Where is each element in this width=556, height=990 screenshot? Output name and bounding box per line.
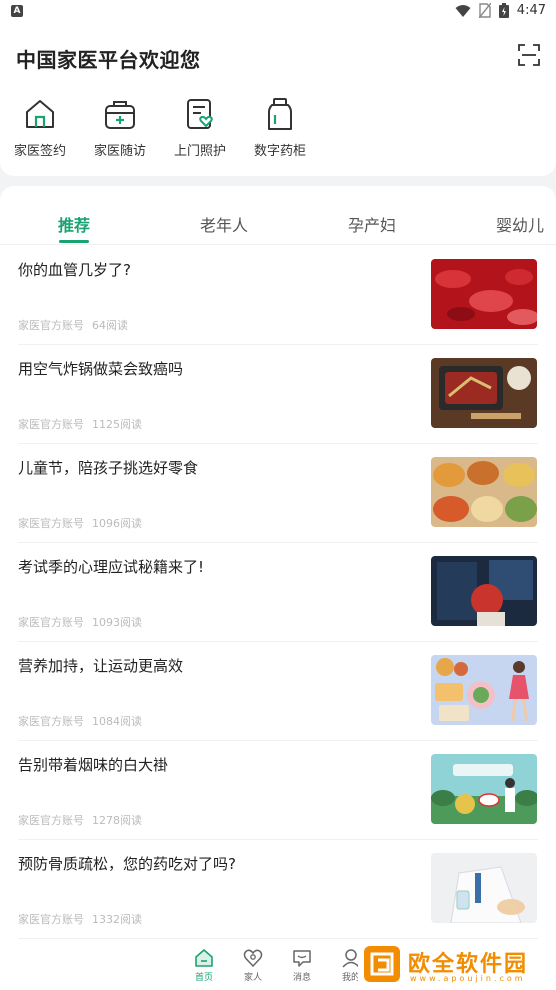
article-reads: 1125阅读 — [92, 418, 142, 431]
article-item[interactable]: 用空气炸锅做菜会致癌吗 家医官方账号 1125阅读 — [18, 344, 538, 444]
article-meta: 家医官方账号 1084阅读 — [18, 713, 150, 729]
nav-messages[interactable]: 消息 — [282, 948, 322, 983]
quick-action-pharmacy[interactable]: 数字药柜 — [242, 96, 318, 159]
article-source: 家医官方账号 — [18, 814, 84, 827]
article-thumbnail — [431, 655, 537, 725]
article-meta: 家医官方账号 1096阅读 — [18, 515, 150, 531]
article-source: 家医官方账号 — [18, 319, 84, 332]
status-bar: A 4:47 — [0, 0, 556, 24]
quick-action-sign[interactable]: 家医签约 — [2, 96, 78, 159]
article-thumbnail — [431, 853, 537, 923]
category-tabs: 推荐 老年人 孕产妇 婴幼儿 — [0, 186, 556, 245]
article-meta: 家医官方账号 1332阅读 — [18, 911, 150, 927]
article-reads: 1084阅读 — [92, 715, 142, 728]
nav-family[interactable]: 家人 — [233, 948, 273, 983]
article-item[interactable]: 预防骨质疏松，您的药吃对了吗? 家医官方账号 1332阅读 — [18, 839, 538, 939]
home-icon — [26, 100, 54, 128]
quick-action-label: 上门照护 — [173, 144, 226, 159]
article-thumbnail — [431, 754, 537, 824]
article-thumbnail — [431, 259, 537, 329]
tab-recommend[interactable]: 推荐 — [58, 212, 90, 236]
tab-maternal[interactable]: 孕产妇 — [348, 212, 396, 236]
article-title: 用空气炸锅做菜会致癌吗 — [18, 360, 184, 378]
quick-action-label: 家医签约 — [13, 144, 66, 159]
care-card-icon — [187, 99, 213, 129]
article-meta: 家医官方账号 64阅读 — [18, 317, 136, 333]
article-reads: 1278阅读 — [92, 814, 142, 827]
medicine-bottle-icon — [268, 98, 292, 130]
article-item[interactable]: 营养加持，让运动更高效 家医官方账号 1084阅读 — [18, 641, 538, 741]
article-title: 考试季的心理应试秘籍来了! — [18, 558, 205, 576]
nav-label: 首页 — [194, 973, 213, 983]
watermark: 欧全软件园 www.apoujin.com — [358, 942, 556, 990]
quick-action-label: 数字药柜 — [253, 144, 306, 159]
tab-infant[interactable]: 婴幼儿 — [496, 212, 544, 236]
article-source: 家医官方账号 — [18, 517, 84, 530]
article-thumbnail — [431, 358, 537, 428]
scan-icon[interactable] — [518, 44, 540, 66]
article-reads: 1332阅读 — [92, 913, 142, 926]
article-title: 你的血管几岁了? — [18, 261, 131, 279]
article-reads: 1096阅读 — [92, 517, 142, 530]
article-source: 家医官方账号 — [18, 616, 84, 629]
quick-action-label: 家医随访 — [93, 144, 146, 159]
article-thumbnail — [431, 556, 537, 626]
nav-label: 消息 — [292, 973, 311, 983]
home-nav-icon — [195, 949, 213, 967]
article-reads: 64阅读 — [92, 319, 128, 332]
article-item[interactable]: 告别带着烟味的白大褂 家医官方账号 1278阅读 — [18, 740, 538, 840]
article-source: 家医官方账号 — [18, 418, 84, 431]
article-item[interactable]: 你的血管几岁了? 家医官方账号 64阅读 — [18, 245, 538, 345]
article-title: 营养加持，让运动更高效 — [18, 657, 184, 675]
no-sim-icon — [478, 3, 491, 18]
article-meta: 家医官方账号 1278阅读 — [18, 812, 150, 828]
watermark-logo-icon — [364, 946, 400, 982]
page-title: 中国家医平台欢迎您 — [16, 48, 201, 72]
nav-label: 家人 — [243, 973, 262, 983]
medical-box-icon — [105, 101, 135, 129]
quick-action-followup[interactable]: 家医随访 — [82, 96, 158, 159]
article-meta: 家医官方账号 1093阅读 — [18, 614, 150, 630]
watermark-url: www.apoujin.com — [410, 974, 526, 983]
article-meta: 家医官方账号 1125阅读 — [18, 416, 150, 432]
active-tab-indicator — [59, 240, 89, 243]
tab-elderly[interactable]: 老年人 — [200, 212, 248, 236]
article-source: 家医官方账号 — [18, 913, 84, 926]
content-card: 推荐 老年人 孕产妇 婴幼儿 你的血管几岁了? 家医官方账号 64阅读 用空气炸锅… — [0, 186, 556, 946]
article-item[interactable]: 儿童节，陪孩子挑选好零食 家医官方账号 1096阅读 — [18, 443, 538, 543]
family-nav-icon — [243, 949, 263, 968]
quick-action-home-care[interactable]: 上门照护 — [162, 96, 238, 159]
clock: 4:47 — [516, 3, 546, 18]
article-source: 家医官方账号 — [18, 715, 84, 728]
wifi-icon — [455, 4, 471, 17]
header-card: 中国家医平台欢迎您 家医签约 家医随访 上门照护 数字药柜 — [0, 24, 556, 176]
article-item[interactable]: 考试季的心理应试秘籍来了! 家医官方账号 1093阅读 — [18, 542, 538, 642]
notification-badge: A — [11, 5, 23, 17]
article-title: 儿童节，陪孩子挑选好零食 — [18, 459, 199, 477]
article-thumbnail — [431, 457, 537, 527]
article-title: 告别带着烟味的白大褂 — [18, 756, 169, 774]
message-nav-icon — [293, 950, 311, 967]
nav-home[interactable]: 首页 — [184, 948, 224, 983]
article-reads: 1093阅读 — [92, 616, 142, 629]
battery-icon — [498, 3, 509, 18]
article-title: 预防骨质疏松，您的药吃对了吗? — [18, 855, 236, 873]
